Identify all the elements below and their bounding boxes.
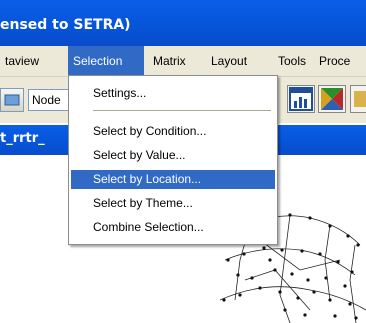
layer-select[interactable]: Node	[28, 89, 70, 111]
menu-item-select-by-location[interactable]: Select by Location...	[71, 170, 275, 189]
menu-selection[interactable]: Selection	[68, 46, 144, 76]
menu-layout[interactable]: Layout	[206, 46, 252, 76]
chart-button[interactable]	[287, 85, 315, 113]
app-title-bar: ensed to SETRA)	[0, 0, 366, 46]
map-tool-button[interactable]	[350, 85, 366, 113]
menu-dataview[interactable]: taview	[0, 46, 44, 76]
menu-bar: taview Selection Matrix Layout Tools Pro…	[0, 46, 366, 77]
layer-icon-button[interactable]	[0, 88, 24, 112]
menu-item-select-by-condition[interactable]: Select by Condition...	[71, 122, 275, 141]
menu-item-select-by-value[interactable]: Select by Value...	[71, 146, 275, 165]
menu-item-combine-selection[interactable]: Combine Selection...	[71, 218, 275, 237]
colors-button[interactable]	[318, 85, 346, 113]
color-theme-icon	[321, 88, 343, 110]
menu-item-settings[interactable]: Settings...	[71, 84, 275, 103]
selection-menu: Settings... Select by Condition... Selec…	[68, 75, 278, 245]
map-tool-icon	[354, 91, 366, 107]
menu-procedures[interactable]: Proce	[314, 46, 355, 76]
menu-item-select-by-theme[interactable]: Select by Theme...	[71, 194, 275, 213]
menu-tools[interactable]: Tools	[273, 46, 311, 76]
layer-icon	[4, 94, 20, 106]
window-title: ensed to SETRA)	[0, 17, 131, 33]
menu-separator	[93, 110, 271, 111]
menu-matrix[interactable]: Matrix	[148, 46, 191, 76]
document-title: t_rrtr_	[0, 131, 45, 146]
chart-icon	[289, 87, 313, 111]
